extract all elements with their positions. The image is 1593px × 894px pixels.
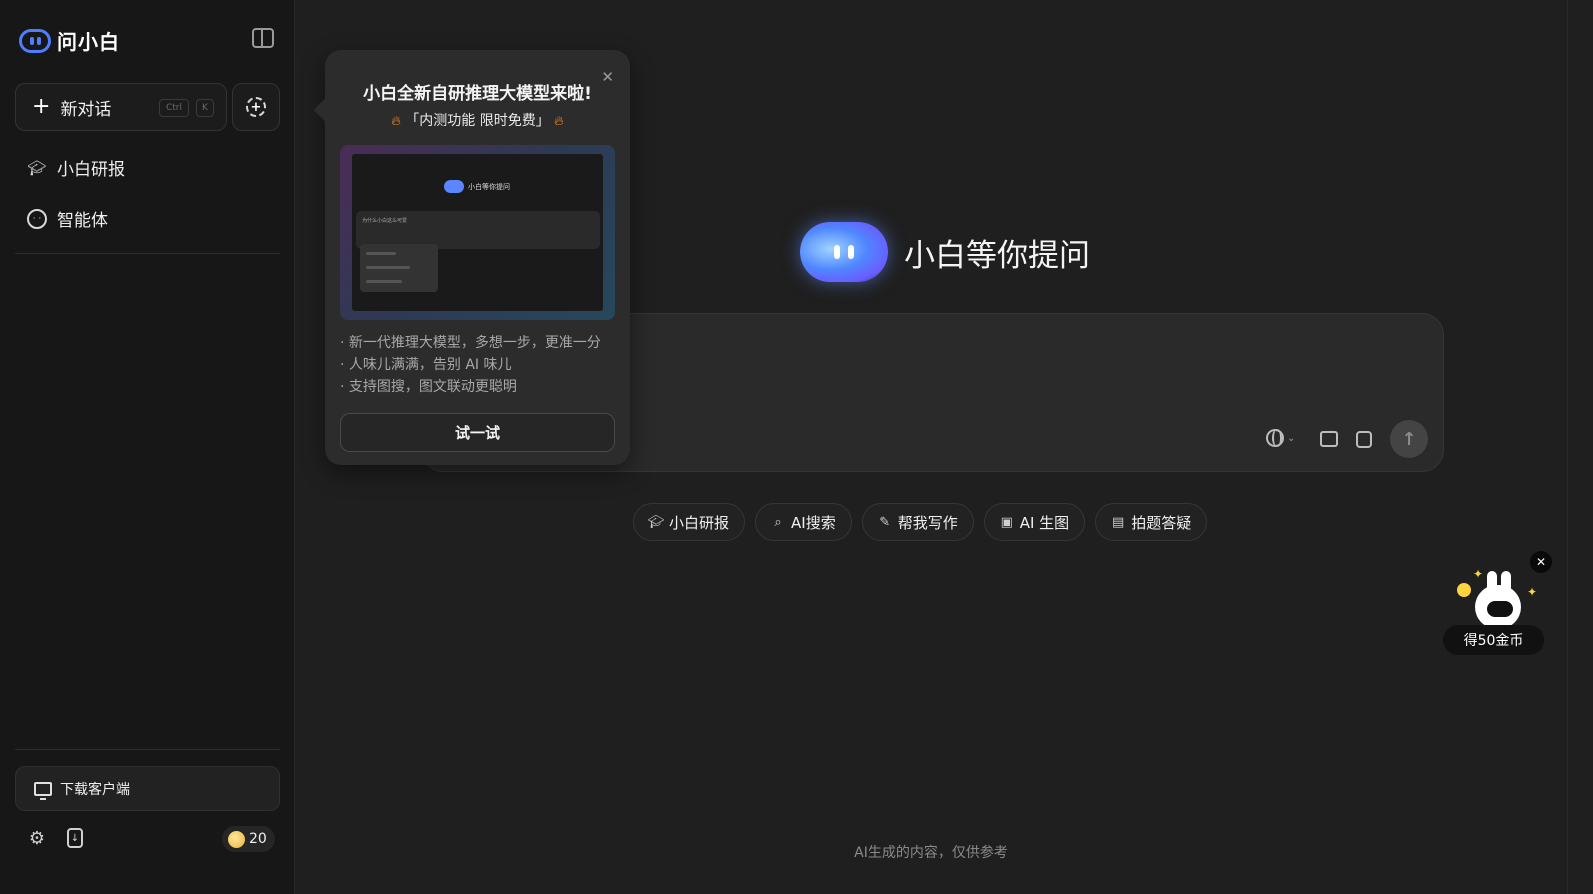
preview-hero-title: 小白等你提问 xyxy=(468,182,510,191)
monitor-icon xyxy=(34,781,52,800)
hero-title: 小白等你提问 xyxy=(904,237,1090,274)
dashed-plus-icon: + xyxy=(246,97,266,117)
close-icon[interactable]: ✕ xyxy=(1530,551,1552,573)
plus-icon: + xyxy=(32,94,51,119)
sparkle-icon: ✦ xyxy=(1527,585,1538,599)
preview-line xyxy=(366,252,396,255)
hero: 小白等你提问 xyxy=(800,222,1090,282)
bot-face-icon: · · xyxy=(27,208,47,229)
shortcut-k-badge: K xyxy=(196,99,214,117)
image-upload-icon[interactable] xyxy=(1320,431,1338,447)
download-client-button[interactable]: 下载客户端 xyxy=(15,766,280,811)
chip-label: 帮我写作 xyxy=(897,513,958,532)
coin-reward-widget[interactable]: ✕ ✦ ✦ 得50金币 xyxy=(1443,551,1553,663)
image-icon: ▣ xyxy=(1000,514,1013,530)
settings-gear-icon[interactable]: ⚙ xyxy=(27,828,47,849)
new-chat-label: 新对话 xyxy=(60,99,112,120)
app-root: 问小白 + 新对话 Ctrl K + 🎓︎ 小白研报 · · 智能体 下载客户端… xyxy=(0,0,1593,894)
chip-label: 拍题答疑 xyxy=(1131,513,1192,532)
download-client-label: 下载客户端 xyxy=(60,781,130,798)
scrollbar[interactable] xyxy=(1567,0,1593,894)
globe-icon xyxy=(1266,429,1284,447)
sidebar-item-label: 智能体 xyxy=(57,211,108,231)
chevron-down-icon: ⌄ xyxy=(1287,432,1296,444)
chip-research[interactable]: 🎓︎ 小白研报 xyxy=(633,503,746,541)
sidebar-item-label: 小白研报 xyxy=(57,160,125,180)
graduation-cap-icon: 🎓︎ xyxy=(647,514,665,530)
chip-photo-answer[interactable]: ▤ 拍题答疑 xyxy=(1095,503,1208,541)
file-upload-icon[interactable] xyxy=(1356,431,1372,448)
bullet-item: · 人味儿满满，告别 AI 味儿 xyxy=(340,357,512,373)
coin-icon xyxy=(228,830,245,848)
popover-bullets: · 新一代推理大模型，多想一步，更准一分 · 人味儿满满，告别 AI 味儿 · … xyxy=(340,332,601,398)
popover-subtitle: 「内测功能 限时免费」 xyxy=(405,113,550,129)
new-model-popover: ✕ 小白全新自研推理大模型来啦! 🔥︎ 「内测功能 限时免费」 🔥︎ 小白等你提… xyxy=(325,50,630,465)
popover-preview-image: 小白等你提问 为什么小白这么可爱 xyxy=(340,145,615,320)
sidebar-item-agents[interactable]: · · 智能体 xyxy=(27,206,108,231)
preview-question: 为什么小白这么可爱 xyxy=(362,218,408,224)
sidebar-divider-bottom xyxy=(15,749,280,750)
web-search-toggle[interactable]: ⌄ xyxy=(1266,429,1295,447)
try-it-button[interactable]: 试一试 xyxy=(340,413,615,452)
chip-writing[interactable]: ✎ 帮我写作 xyxy=(861,503,974,541)
preview-model-menu xyxy=(360,244,438,292)
logo[interactable]: 问小白 xyxy=(19,26,120,55)
bullet-item: · 新一代推理大模型，多想一步，更准一分 xyxy=(340,335,601,351)
quick-actions: 🎓︎ 小白研报 ⌕ AI搜索 ✎ 帮我写作 ▣ AI 生图 ▤ 拍题答疑 xyxy=(633,503,1208,541)
chip-label: AI 生图 xyxy=(1019,513,1070,532)
preview-line xyxy=(366,266,410,269)
bullet-item: · 支持图搜，图文联动更聪明 xyxy=(340,379,517,395)
preview-line xyxy=(366,280,402,283)
preview-hero: 小白等你提问 xyxy=(444,180,510,193)
sidebar-item-research[interactable]: 🎓︎ 小白研报 xyxy=(27,155,125,181)
popover-title: 小白全新自研推理大模型来啦! xyxy=(363,84,592,104)
preview-screen: 小白等你提问 为什么小白这么可爱 xyxy=(352,154,603,311)
shortcut-ctrl-badge: Ctrl xyxy=(159,99,189,117)
chip-label: 小白研报 xyxy=(669,513,730,532)
new-chat-button[interactable]: + 新对话 Ctrl K xyxy=(15,83,227,131)
coin-balance[interactable]: 20 xyxy=(222,826,275,852)
flame-icon: 🔥︎ xyxy=(391,114,401,129)
coin-count: 20 xyxy=(249,831,267,847)
coin-icon xyxy=(1457,583,1471,597)
new-chat-alt-button[interactable]: + xyxy=(232,83,280,131)
preview-logo-icon xyxy=(444,180,464,193)
popover-subtitle-row: 🔥︎ 「内测功能 限时免费」 🔥︎ xyxy=(325,110,630,130)
graduation-cap-icon: 🎓︎ xyxy=(27,158,47,177)
document-icon: ▤ xyxy=(1112,514,1125,530)
chip-label: AI搜索 xyxy=(791,513,836,532)
sidebar: 问小白 + 新对话 Ctrl K + 🎓︎ 小白研报 · · 智能体 下载客户端… xyxy=(0,0,295,894)
sidebar-divider-top xyxy=(15,253,280,254)
hero-logo-icon xyxy=(800,222,888,282)
bunny-mascot-icon xyxy=(1473,571,1525,629)
chip-image-gen[interactable]: ▣ AI 生图 xyxy=(983,503,1086,541)
chip-ai-search[interactable]: ⌕ AI搜索 xyxy=(755,503,852,541)
search-sparkle-icon: ⌕ xyxy=(774,514,782,530)
edit-icon: ✎ xyxy=(879,514,891,530)
send-button[interactable]: ↑ xyxy=(1390,420,1428,458)
logo-text: 问小白 xyxy=(57,30,120,54)
logo-icon xyxy=(19,28,51,53)
mobile-app-icon[interactable]: ↓ xyxy=(67,828,83,848)
flame-icon: 🔥︎ xyxy=(554,114,564,129)
sidebar-collapse-icon[interactable] xyxy=(252,28,274,48)
disclaimer: AI生成的内容，仅供参考 xyxy=(854,845,1008,861)
reward-label: 得50金币 xyxy=(1443,625,1544,655)
